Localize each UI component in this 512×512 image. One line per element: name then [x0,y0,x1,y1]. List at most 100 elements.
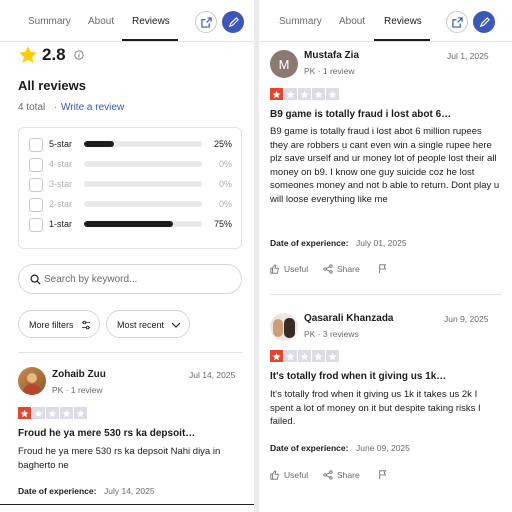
star-filter-checkbox[interactable] [29,178,43,192]
distribution-bar [84,201,202,207]
open-external-button[interactable] [446,11,468,33]
experience-label: Date of experience: [270,238,349,248]
review-title[interactable]: Froud he ya mere 530 rs ka depsoit… [18,428,195,439]
experience-date: June 09, 2025 [356,443,410,453]
share-label: Share [337,470,360,480]
pencil-icon [228,16,239,27]
search-input[interactable]: Search by keyword... [18,264,242,294]
report-button[interactable] [378,470,388,480]
edit-button[interactable] [473,11,495,33]
experience-label: Date of experience: [18,486,97,496]
review-body: Froud he ya mere 530 rs ka depsoit Nahi … [18,446,221,471]
share-icon [323,264,333,274]
experience-label: Date of experience: [270,443,349,453]
review-divider [270,294,502,295]
tab-summary[interactable]: Summary [28,16,71,27]
share-label: Share [337,264,360,274]
edit-button[interactable] [222,11,244,33]
star-filter-checkbox[interactable] [29,138,43,152]
avatar [18,367,46,395]
chevron-down-icon [171,322,181,328]
reviewer-meta: PK · 1 review [52,385,103,395]
thumbs-up-icon [270,470,279,480]
distribution-bar [84,161,202,167]
tab-bar: Summary About Reviews [0,0,254,42]
active-tab-indicator [122,39,178,41]
panel-bottom-edge [0,504,254,505]
star-filter-label: 1-star [49,219,73,229]
right-panel: Summary About Reviews M Mustafa Zia PK ·… [259,0,512,512]
info-icon[interactable] [74,50,84,60]
filter-sliders-icon [81,320,91,330]
star-rating [270,350,339,362]
tab-summary[interactable]: Summary [279,16,322,27]
overall-star-icon [19,46,37,63]
avatar: M [270,50,298,78]
star-empty-icon [312,88,325,100]
star-empty-icon [312,350,325,362]
search-placeholder: Search by keyword... [44,274,138,285]
tab-reviews[interactable]: Reviews [132,16,170,27]
distribution-percent: 0% [218,159,232,169]
star-empty-icon [284,88,297,100]
sort-dropdown[interactable]: Most recent [106,310,190,338]
pencil-icon [479,16,490,27]
distribution-percent: 75% [213,219,232,229]
experience-date: July 01, 2025 [356,238,407,248]
thumbs-up-icon [270,264,279,274]
sort-label: Most recent [117,320,165,330]
share-button[interactable]: Share [323,264,360,274]
reviewer-meta: PK · 1 review [304,66,355,76]
review-date: Jun 9, 2025 [444,314,489,324]
star-filter-label: 2-star [49,199,73,209]
useful-label: Useful [284,264,309,274]
useful-button[interactable]: Useful [270,264,308,274]
tab-about[interactable]: About [88,16,114,27]
review-date: Jul 14, 2025 [189,370,236,380]
external-link-icon [200,16,212,28]
share-button[interactable]: Share [323,470,360,480]
flag-icon [379,470,387,480]
all-reviews-heading: All reviews [18,78,86,93]
left-panel: Summary About Reviews 2.8 All reviews 4 … [0,0,254,512]
reviewer-name[interactable]: Qasarali Khanzada [304,313,393,324]
reviewer-meta: PK · 3 reviews [304,329,359,339]
star-filter-label: 4-star [49,159,73,169]
reviewer-name[interactable]: Zohaib Zuu [52,369,106,380]
review-title[interactable]: It's totally frod when it giving us 1k… [270,371,446,382]
star-filter-checkbox[interactable] [29,218,43,232]
star-rating [270,88,339,100]
search-icon [30,274,41,285]
distribution-bar [84,221,202,227]
star-filter-checkbox[interactable] [29,198,43,212]
star-filter-checkbox[interactable] [29,158,43,172]
useful-button[interactable]: Useful [270,470,308,480]
more-filters-button[interactable]: More filters [18,310,100,338]
external-link-icon [451,16,463,28]
review-body: It's totally frod when it giving us 1k i… [270,389,481,427]
distribution-bar [84,181,202,187]
flag-icon [379,264,387,274]
star-empty-icon [32,407,45,419]
tab-bar: Summary About Reviews [259,0,512,42]
separator-dot: · [54,102,58,113]
overall-rating: 2.8 [42,45,66,64]
star-rating [18,407,87,419]
write-review-link[interactable]: Write a review [61,102,124,113]
reviewer-name[interactable]: Mustafa Zia [304,50,359,61]
tab-reviews[interactable]: Reviews [384,16,422,27]
star-empty-icon [298,350,311,362]
star-filled-icon [270,88,283,100]
star-empty-icon [284,350,297,362]
star-filled-icon [270,350,283,362]
useful-label: Useful [284,470,309,480]
share-icon [323,470,333,480]
active-tab-indicator [374,39,430,41]
star-empty-icon [46,407,59,419]
star-filled-icon [18,407,31,419]
open-external-button[interactable] [195,11,217,33]
review-title[interactable]: B9 game is totally fraud i lost abot 6… [270,109,451,120]
report-button[interactable] [378,264,388,274]
more-filters-label: More filters [29,320,74,330]
tab-about[interactable]: About [339,16,365,27]
